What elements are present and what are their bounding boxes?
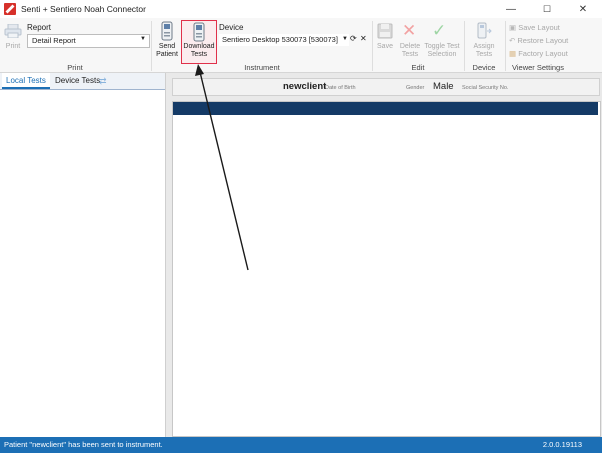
status-message: Patient "newclient" has been sent to ins…	[4, 440, 163, 449]
status-bar: Patient "newclient" has been sent to ins…	[0, 437, 602, 453]
app-version: 2.0.0.19113	[542, 440, 582, 449]
annotation-arrow	[195, 64, 249, 271]
